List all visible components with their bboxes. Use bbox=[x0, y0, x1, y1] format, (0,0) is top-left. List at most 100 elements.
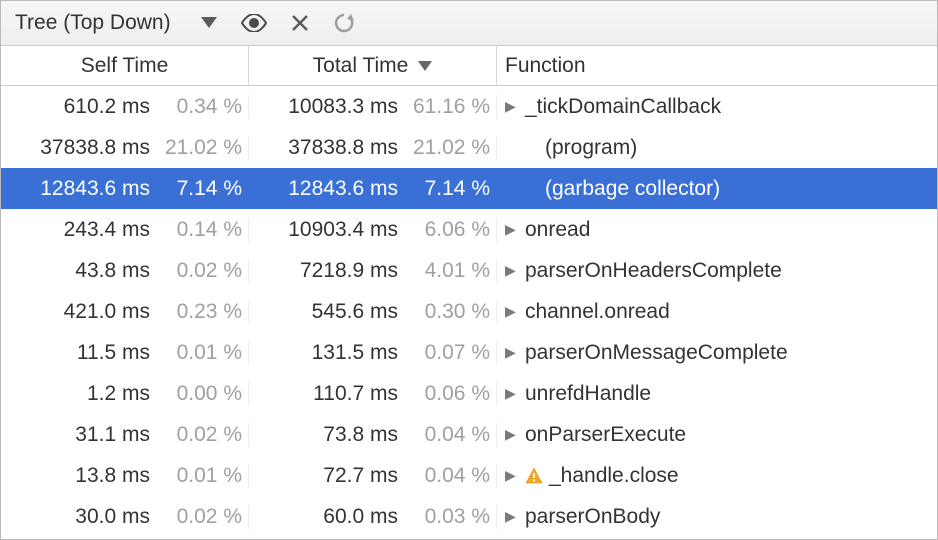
self-ms: 30.0 ms bbox=[10, 505, 150, 529]
self-pct: 7.14 % bbox=[150, 177, 242, 201]
table-row[interactable]: 37838.8 ms21.02 %37838.8 ms21.02 %▶(prog… bbox=[1, 127, 937, 168]
table-row[interactable]: 12843.6 ms7.14 %12843.6 ms7.14 %▶(garbag… bbox=[1, 168, 937, 209]
total-ms: 37838.8 ms bbox=[258, 136, 398, 160]
self-pct: 0.02 % bbox=[150, 259, 242, 283]
table-row[interactable]: 610.2 ms0.34 %10083.3 ms61.16 %▶_tickDom… bbox=[1, 86, 937, 127]
close-icon[interactable] bbox=[291, 14, 309, 32]
total-pct: 21.02 % bbox=[398, 136, 490, 160]
self-ms: 610.2 ms bbox=[10, 95, 150, 119]
table-row[interactable]: 421.0 ms0.23 %545.6 ms0.30 %▶channel.onr… bbox=[1, 291, 937, 332]
table-row[interactable]: 43.8 ms0.02 % 7218.9 ms4.01 % ▶ parserOnHea… bbox=[1, 250, 937, 291]
self-pct: 0.01 % bbox=[150, 341, 242, 365]
cell-self-time: 421.0 ms0.23 % bbox=[1, 300, 249, 324]
cell-self-time: 610.2 ms0.34 % bbox=[1, 95, 249, 119]
expand-icon[interactable]: ▶ bbox=[505, 303, 519, 320]
function-name: _tickDomainCallback bbox=[525, 95, 721, 119]
self-pct: 21.02 % bbox=[150, 136, 242, 160]
expand-icon[interactable]: ▶ bbox=[505, 98, 519, 115]
table-row[interactable]: 1.2 ms0.00 % 110.7 ms0.06 % ▶ unrefdHandle bbox=[1, 373, 937, 414]
self-ms: 1.2 ms bbox=[10, 382, 150, 406]
table-row[interactable]: 13.8 ms0.01 %72.7 ms0.04 % ▶ _handle.close bbox=[1, 455, 937, 496]
dropdown-icon[interactable] bbox=[201, 17, 217, 29]
cell-total-time: 60.0 ms0.03 % bbox=[249, 505, 497, 529]
expand-icon[interactable]: ▶ bbox=[505, 262, 519, 279]
cell-total-time: 131.5 ms0.07 % bbox=[249, 341, 497, 365]
header-function[interactable]: Function bbox=[497, 46, 937, 85]
total-ms: 545.6 ms bbox=[258, 300, 398, 324]
table-row[interactable]: 30.0 ms0.02 % 60.0 ms0.03 % ▶ parserOnBody bbox=[1, 496, 937, 537]
cell-function: ▶ _tickDomainCallback bbox=[497, 95, 937, 119]
cell-function: ▶(garbage collector) bbox=[497, 177, 937, 201]
table-body: 610.2 ms0.34 %10083.3 ms61.16 %▶_tickDom… bbox=[1, 86, 937, 540]
self-pct: 0.34 % bbox=[150, 95, 242, 119]
reload-icon[interactable] bbox=[333, 12, 355, 34]
header-total-time[interactable]: Total Time bbox=[249, 46, 497, 85]
self-pct: 0.02 % bbox=[150, 505, 242, 529]
header-self-time[interactable]: Self Time bbox=[1, 46, 249, 85]
cell-total-time: 10903.4 ms6.06 % bbox=[249, 218, 497, 242]
warning-icon bbox=[525, 467, 543, 485]
expand-icon[interactable]: ▶ bbox=[505, 344, 519, 361]
cell-self-time: 243.4 ms0.14 % bbox=[1, 218, 249, 242]
self-ms: 11.5 ms bbox=[10, 341, 150, 365]
total-ms: 12843.6 ms bbox=[258, 177, 398, 201]
total-pct: 6.06 % bbox=[398, 218, 490, 242]
cell-self-time: 13.8 ms0.01 % bbox=[1, 464, 249, 488]
header-self-label: Self Time bbox=[81, 54, 169, 78]
self-pct: 0.23 % bbox=[150, 300, 242, 324]
function-name: _handle.close bbox=[549, 464, 679, 488]
cell-function: ▶channel.onread bbox=[497, 300, 937, 324]
table-header: Self Time Total Time Function bbox=[1, 46, 937, 86]
function-name: parserOnBody bbox=[525, 505, 660, 529]
eye-icon[interactable] bbox=[241, 14, 267, 32]
total-ms: 72.7 ms bbox=[258, 464, 398, 488]
cell-self-time: 12843.6 ms7.14 % bbox=[1, 177, 249, 201]
cell-total-time: 545.6 ms0.30 % bbox=[249, 300, 497, 324]
cell-total-time: 7218.9 ms4.01 % bbox=[249, 259, 497, 283]
table-row[interactable]: 243.4 ms0.14 %10903.4 ms6.06 %▶onread bbox=[1, 209, 937, 250]
total-pct: 0.30 % bbox=[398, 300, 490, 324]
table-row[interactable]: 11.5 ms0.01 %131.5 ms0.07 %▶parserOnMess… bbox=[1, 332, 937, 373]
cell-total-time: 72.7 ms0.04 % bbox=[249, 464, 497, 488]
cell-function: ▶ parserOnBody bbox=[497, 505, 937, 529]
expand-icon[interactable]: ▶ bbox=[505, 508, 519, 525]
cell-total-time: 110.7 ms0.06 % bbox=[249, 382, 497, 406]
function-name: (garbage collector) bbox=[545, 177, 720, 201]
function-name: unrefdHandle bbox=[525, 382, 651, 406]
self-ms: 43.8 ms bbox=[10, 259, 150, 283]
total-ms: 10903.4 ms bbox=[258, 218, 398, 242]
expand-icon[interactable]: ▶ bbox=[505, 385, 519, 402]
self-ms: 12843.6 ms bbox=[10, 177, 150, 201]
table-row[interactable]: 31.1 ms0.02 %73.8 ms0.04 %▶onParserExecu… bbox=[1, 414, 937, 455]
expand-icon[interactable]: ▶ bbox=[505, 426, 519, 443]
cell-total-time: 73.8 ms0.04 % bbox=[249, 423, 497, 447]
self-ms: 31.1 ms bbox=[10, 423, 150, 447]
view-mode-title[interactable]: Tree (Top Down) bbox=[15, 11, 171, 35]
total-pct: 0.06 % bbox=[398, 382, 490, 406]
function-name: onread bbox=[525, 218, 590, 242]
cell-function: ▶ unrefdHandle bbox=[497, 382, 937, 406]
cell-total-time: 37838.8 ms21.02 % bbox=[249, 136, 497, 160]
cell-function: ▶ onParserExecute bbox=[497, 423, 937, 447]
expand-icon[interactable]: ▶ bbox=[505, 221, 519, 238]
cell-function: ▶(program) bbox=[497, 136, 937, 160]
total-pct: 0.07 % bbox=[398, 341, 490, 365]
self-ms: 13.8 ms bbox=[10, 464, 150, 488]
cell-function: ▶ _handle.close bbox=[497, 464, 937, 488]
function-name: (program) bbox=[545, 136, 637, 160]
total-pct: 61.16 % bbox=[398, 95, 490, 119]
self-ms: 421.0 ms bbox=[10, 300, 150, 324]
self-pct: 0.00 % bbox=[150, 382, 242, 406]
total-ms: 60.0 ms bbox=[258, 505, 398, 529]
sort-desc-icon bbox=[418, 54, 432, 78]
cell-self-time: 11.5 ms0.01 % bbox=[1, 341, 249, 365]
total-pct: 7.14 % bbox=[398, 177, 490, 201]
self-ms: 37838.8 ms bbox=[10, 136, 150, 160]
expand-icon[interactable]: ▶ bbox=[505, 467, 519, 484]
function-name: parserOnHeadersComplete bbox=[525, 259, 782, 283]
cell-function: ▶ onread bbox=[497, 218, 937, 242]
cell-self-time: 37838.8 ms21.02 % bbox=[1, 136, 249, 160]
cell-function: ▶parserOnMessageComplete bbox=[497, 341, 937, 365]
function-name: onParserExecute bbox=[525, 423, 686, 447]
total-ms: 131.5 ms bbox=[258, 341, 398, 365]
